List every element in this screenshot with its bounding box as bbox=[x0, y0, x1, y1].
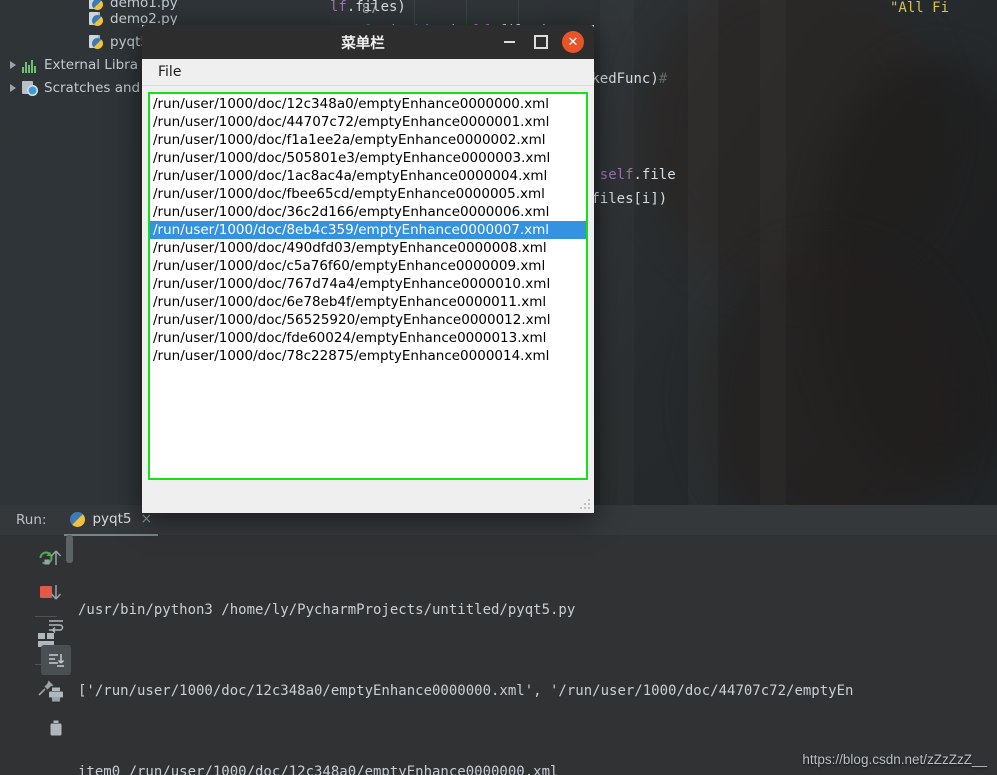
resize-grip[interactable] bbox=[578, 497, 590, 509]
list-item[interactable]: /run/user/1000/doc/36c2d166/emptyEnhance… bbox=[150, 203, 586, 221]
menu-item-file[interactable]: File bbox=[149, 62, 190, 82]
list-item-selected[interactable]: /run/user/1000/doc/8eb4c359/emptyEnhance… bbox=[150, 221, 586, 239]
menubar-demo-dialog[interactable]: 菜单栏 ✕ File /run/user/1000/doc/12c348a0/e… bbox=[142, 25, 594, 513]
list-item[interactable]: /run/user/1000/doc/c5a76f60/emptyEnhance… bbox=[150, 257, 586, 275]
list-item[interactable]: /run/user/1000/doc/490dfd03/emptyEnhance… bbox=[150, 239, 586, 257]
minimize-icon[interactable] bbox=[498, 31, 520, 53]
python-file-icon bbox=[88, 34, 104, 50]
tree-item-label: Scratches and bbox=[44, 80, 141, 96]
run-tool-window: Run: pyqt5 × /usr/bin/python3 /home/ly/P… bbox=[0, 505, 997, 775]
python-file-icon bbox=[88, 11, 104, 27]
file-list-view[interactable]: /run/user/1000/doc/12c348a0/emptyEnhance… bbox=[148, 92, 588, 480]
list-item[interactable]: /run/user/1000/doc/505801e3/emptyEnhance… bbox=[150, 149, 586, 167]
run-label: Run: bbox=[16, 512, 47, 528]
chevron-right-icon[interactable] bbox=[10, 84, 16, 92]
close-icon[interactable]: × bbox=[140, 512, 152, 526]
printer-icon bbox=[49, 687, 63, 701]
arrow-up-icon bbox=[50, 550, 62, 565]
list-item[interactable]: /run/user/1000/doc/767d74a4/emptyEnhance… bbox=[150, 275, 586, 293]
library-icon bbox=[22, 59, 38, 73]
console-line: ['/run/user/1000/doc/12c348a0/emptyEnhan… bbox=[78, 683, 854, 699]
tree-item-label: External Libra bbox=[44, 57, 138, 73]
list-item[interactable]: /run/user/1000/doc/1ac8ac4a/emptyEnhance… bbox=[150, 167, 586, 185]
list-item[interactable]: /run/user/1000/doc/fde60024/emptyEnhance… bbox=[150, 329, 586, 347]
list-item[interactable]: /run/user/1000/doc/f1a1ee2a/emptyEnhance… bbox=[150, 131, 586, 149]
list-item[interactable]: /run/user/1000/doc/6e78eb4f/emptyEnhance… bbox=[150, 293, 586, 311]
dialog-footer bbox=[142, 486, 594, 513]
close-icon[interactable]: ✕ bbox=[562, 31, 584, 53]
console-output[interactable]: /usr/bin/python3 /home/ly/PycharmProject… bbox=[66, 535, 997, 775]
tree-item-scratches[interactable]: Scratches and bbox=[10, 77, 140, 99]
dialog-menubar[interactable]: File bbox=[142, 59, 594, 86]
window-controls: ✕ bbox=[498, 31, 594, 53]
soft-wrap-icon bbox=[49, 620, 64, 634]
list-item[interactable]: /run/user/1000/doc/78c22875/emptyEnhance… bbox=[150, 347, 586, 365]
chevron-right-icon[interactable] bbox=[10, 61, 16, 69]
tree-item-external-libraries[interactable]: External Libra bbox=[10, 54, 138, 76]
scroll-to-end-icon bbox=[49, 654, 65, 667]
dialog-body: /run/user/1000/doc/12c348a0/emptyEnhance… bbox=[142, 86, 594, 486]
arrow-down-icon bbox=[50, 585, 62, 600]
maximize-icon[interactable] bbox=[530, 31, 552, 53]
list-item[interactable]: /run/user/1000/doc/44707c72/emptyEnhance… bbox=[150, 113, 586, 131]
dialog-titlebar[interactable]: 菜单栏 ✕ bbox=[142, 25, 594, 59]
python-icon bbox=[70, 511, 86, 527]
list-item[interactable]: /run/user/1000/doc/fbee65cd/emptyEnhance… bbox=[150, 185, 586, 203]
dialog-title: 菜单栏 bbox=[341, 35, 385, 52]
watermark: https://blog.csdn.net/zZzZzZ__ bbox=[802, 752, 987, 767]
trash-icon bbox=[50, 720, 62, 736]
scratches-icon bbox=[22, 80, 38, 96]
console-line: /usr/bin/python3 /home/ly/PycharmProject… bbox=[78, 602, 576, 618]
screen-root: 87 "All Fi lf.files) .setStringList(self… bbox=[0, 0, 997, 775]
list-item[interactable]: /run/user/1000/doc/12c348a0/emptyEnhance… bbox=[150, 95, 586, 113]
list-item[interactable]: /run/user/1000/doc/56525920/emptyEnhance… bbox=[150, 311, 586, 329]
run-tab-label: pyqt5 bbox=[92, 511, 132, 527]
